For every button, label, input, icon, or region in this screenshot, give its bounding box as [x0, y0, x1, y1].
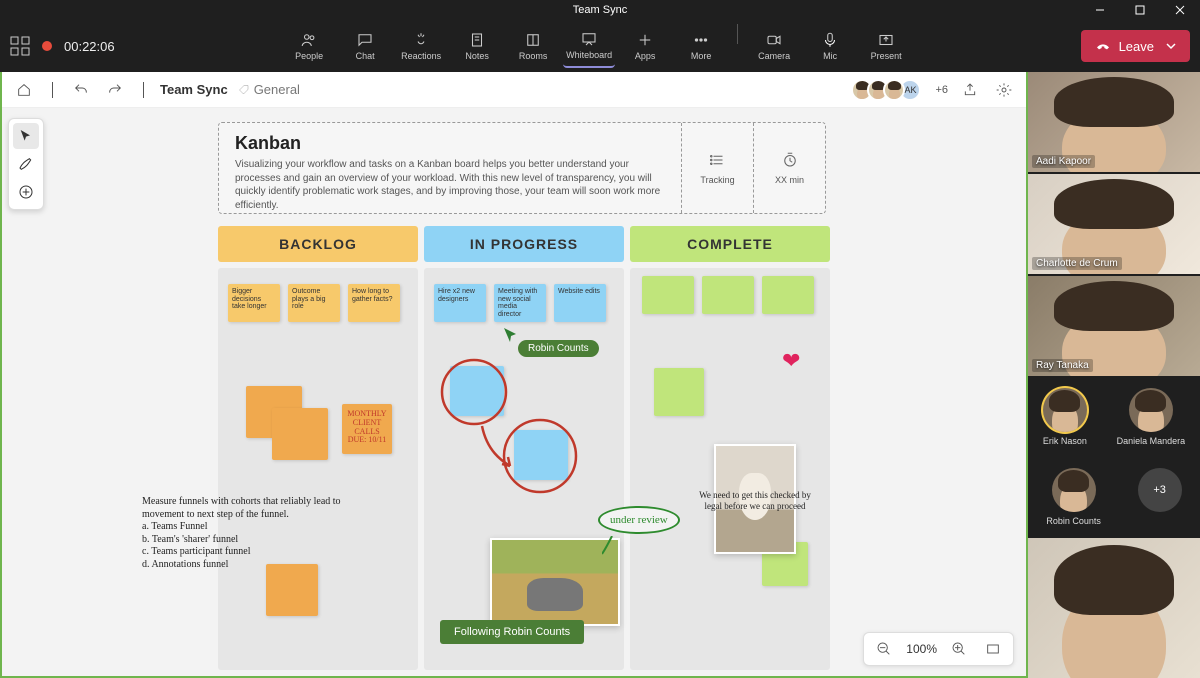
column-body-backlog[interactable]: [218, 268, 418, 670]
chevron-down-icon: [1166, 41, 1176, 51]
video-tile[interactable]: Charlotte de Crum: [1028, 174, 1200, 274]
undo-button[interactable]: [69, 78, 93, 102]
kanban-description-card[interactable]: Kanban Visualizing your workflow and tas…: [218, 122, 826, 214]
sticky-note[interactable]: [702, 276, 754, 314]
sticky-note[interactable]: Outcome plays a big role: [288, 284, 340, 322]
handwritten-annotation: We need to get this checked by legal bef…: [690, 490, 820, 513]
add-tool[interactable]: [13, 179, 39, 205]
sticky-note[interactable]: [266, 564, 318, 616]
list-icon: [709, 151, 727, 169]
video-tile[interactable]: [1028, 538, 1200, 678]
sticky-note[interactable]: [642, 276, 694, 314]
presence-overflow[interactable]: +6: [935, 84, 948, 96]
notes-button[interactable]: Notes: [451, 24, 503, 68]
settings-button[interactable]: [992, 78, 1016, 102]
zoom-in-button[interactable]: [947, 637, 971, 661]
fit-screen-button[interactable]: [981, 637, 1005, 661]
header-divider: [143, 82, 144, 98]
whiteboard-tool-palette: [8, 118, 44, 210]
camera-button[interactable]: Camera: [748, 24, 800, 68]
participants-panel: Aadi Kapoor Charlotte de Crum Ray Tanaka…: [1028, 72, 1200, 678]
zoom-out-button[interactable]: [872, 637, 896, 661]
avatar-row: Erik Nason Daniela Mandera: [1028, 378, 1200, 456]
handwritten-annotation: Measure funnels with cohorts that reliab…: [142, 496, 342, 571]
recording-indicator-icon: [42, 41, 52, 51]
remote-cursor-tag: Robin Counts: [518, 340, 599, 357]
channel-tag[interactable]: General: [238, 82, 300, 97]
sticky-note[interactable]: Bigger decisions take longer: [228, 284, 280, 322]
column-header-complete[interactable]: COMPLETE: [630, 226, 830, 262]
speech-annotation: under review: [598, 506, 680, 534]
participant-avatar[interactable]: Robin Counts: [1046, 468, 1101, 526]
sticky-note[interactable]: [450, 366, 504, 416]
select-tool[interactable]: [13, 123, 39, 149]
mic-button[interactable]: Mic: [804, 24, 856, 68]
tag-icon: [238, 84, 250, 96]
apps-button[interactable]: Apps: [619, 24, 671, 68]
avatar: [883, 79, 905, 101]
whiteboard-button[interactable]: Whiteboard: [563, 24, 615, 68]
kanban-tracking-cell: Tracking: [681, 123, 753, 213]
people-button[interactable]: People: [283, 24, 335, 68]
column-header-backlog[interactable]: BACKLOG: [218, 226, 418, 262]
whiteboard-container: Team Sync General AK +6: [0, 72, 1028, 678]
participant-name: Aadi Kapoor: [1032, 155, 1095, 168]
present-button[interactable]: Present: [860, 24, 912, 68]
home-button[interactable]: [12, 78, 36, 102]
video-tile[interactable]: Ray Tanaka: [1028, 276, 1200, 376]
handwritten-note: MONTHLY CLIENT CALLS DUE: 10/11: [346, 410, 388, 445]
image-attachment[interactable]: [490, 538, 620, 626]
sticky-note[interactable]: Meeting with new social media director: [494, 284, 546, 322]
window-maximize-button[interactable]: [1120, 0, 1160, 20]
sticky-note[interactable]: Hire x2 new designers: [434, 284, 486, 322]
sticky-note[interactable]: [762, 276, 814, 314]
sticky-note[interactable]: How long to gather facts?: [348, 284, 400, 322]
app-grid-icon[interactable]: [10, 36, 30, 56]
participant-overflow[interactable]: +3: [1138, 468, 1182, 526]
meeting-toolbar: 00:22:06 People Chat Reactions Notes Roo…: [0, 20, 1200, 72]
sticky-note[interactable]: [272, 408, 328, 460]
pen-tool[interactable]: [13, 151, 39, 177]
kanban-title: Kanban: [235, 133, 665, 154]
share-button[interactable]: [958, 78, 982, 102]
window-close-button[interactable]: [1160, 0, 1200, 20]
sticky-note[interactable]: [514, 430, 568, 480]
redo-button[interactable]: [103, 78, 127, 102]
reactions-button[interactable]: Reactions: [395, 24, 447, 68]
participant-avatar[interactable]: Erik Nason: [1043, 388, 1087, 446]
board-title: Team Sync: [160, 82, 228, 97]
presence-avatars[interactable]: AK: [857, 79, 921, 101]
avatar-row: Robin Counts +3: [1028, 458, 1200, 536]
hangup-icon: [1095, 38, 1111, 54]
rooms-button[interactable]: Rooms: [507, 24, 559, 68]
window-titlebar: Team Sync: [0, 0, 1200, 20]
zoom-value: 100%: [906, 642, 937, 656]
whiteboard-header: Team Sync General AK +6: [2, 72, 1026, 108]
more-button[interactable]: More: [675, 24, 727, 68]
heart-reaction-icon: ❤: [782, 348, 800, 374]
meeting-timer: 00:22:06: [64, 39, 115, 54]
leave-button[interactable]: Leave: [1081, 30, 1190, 62]
chat-button[interactable]: Chat: [339, 24, 391, 68]
window-title: Team Sync: [573, 4, 627, 16]
window-minimize-button[interactable]: [1080, 0, 1120, 20]
sticky-note[interactable]: Website edits: [554, 284, 606, 322]
participant-name: Charlotte de Crum: [1032, 257, 1122, 270]
participant-name: Ray Tanaka: [1032, 359, 1093, 372]
following-indicator[interactable]: Following Robin Counts: [440, 620, 584, 644]
whiteboard-canvas[interactable]: Kanban Visualizing your workflow and tas…: [2, 108, 1026, 676]
column-header-progress[interactable]: IN PROGRESS: [424, 226, 624, 262]
video-tile[interactable]: Aadi Kapoor: [1028, 72, 1200, 172]
sticky-note[interactable]: [654, 368, 704, 416]
main-region: Team Sync General AK +6: [0, 72, 1200, 678]
clock-icon: [781, 151, 799, 169]
kanban-description: Visualizing your workflow and tasks on a…: [235, 158, 665, 212]
participant-avatar[interactable]: Daniela Mandera: [1117, 388, 1186, 446]
zoom-controls: 100%: [863, 632, 1014, 666]
kanban-time-cell: XX min: [753, 123, 825, 213]
toolbar-divider: [737, 24, 738, 44]
header-divider: [52, 82, 53, 98]
